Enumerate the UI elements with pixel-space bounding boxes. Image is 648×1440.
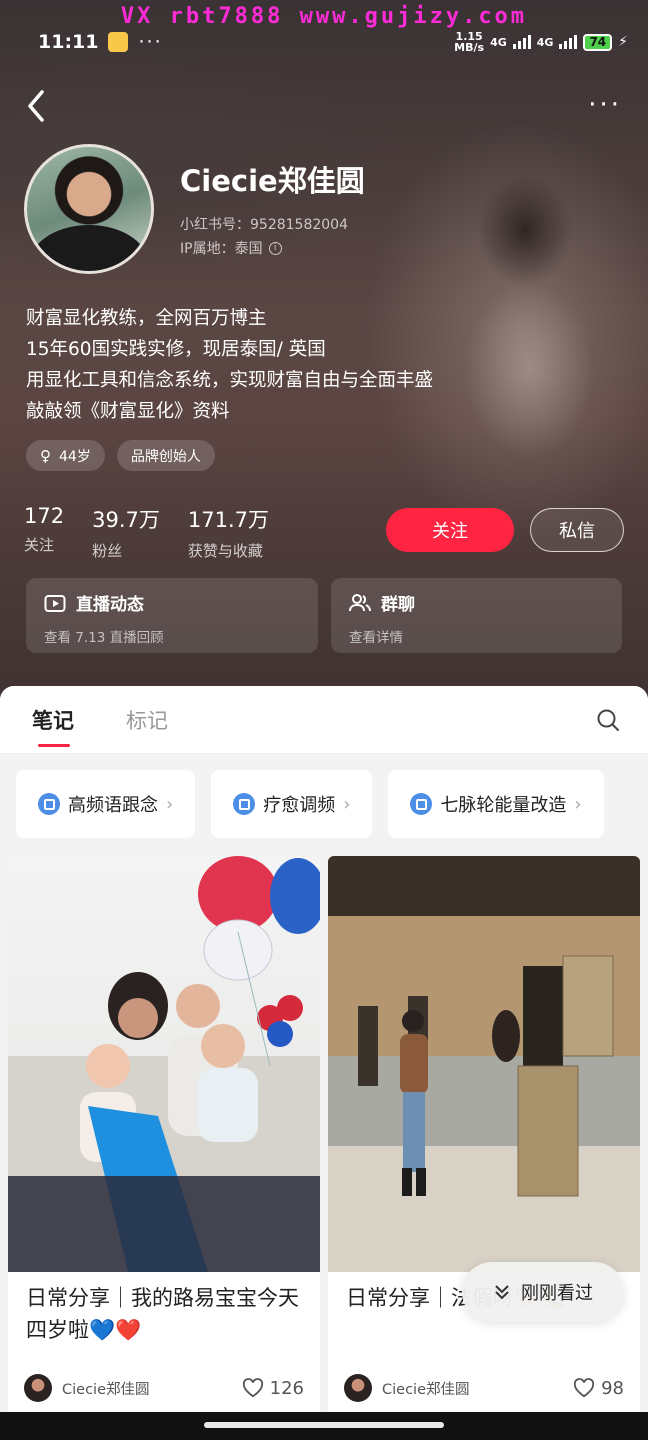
note-cover-image bbox=[8, 856, 320, 1272]
network-speed: 1.15 MB/s bbox=[454, 30, 485, 54]
more-notifications-icon: ··· bbox=[138, 31, 163, 53]
redbook-id[interactable]: 小红书号：95281582004 bbox=[180, 214, 348, 234]
profile-name: Ciecie郑佳圆 bbox=[180, 164, 365, 198]
chevron-right-icon: › bbox=[343, 793, 351, 815]
note-footer: Ciecie郑佳圆 126 bbox=[24, 1368, 304, 1408]
stat-following[interactable]: 172 关注 bbox=[24, 504, 64, 561]
recently-viewed-button[interactable]: 刚刚看过 bbox=[462, 1262, 624, 1322]
chevron-right-icon: › bbox=[166, 793, 174, 815]
author-avatar[interactable] bbox=[24, 1374, 52, 1402]
notes-panel: 笔记 标记 高频语跟念 › 疗愈调频 › 七脉轮能量改造 › 日常分享｜我的路易… bbox=[0, 686, 648, 1440]
live-video-icon bbox=[44, 594, 66, 612]
notification-app-icon bbox=[108, 32, 129, 52]
family-photo bbox=[8, 856, 320, 1272]
profile-avatar[interactable] bbox=[24, 144, 154, 274]
network-type-1: 4G bbox=[490, 35, 507, 49]
message-button[interactable]: 私信 bbox=[530, 508, 624, 552]
charging-icon: ⚡ bbox=[618, 34, 628, 50]
bio-line: 15年60国实践实修，现居泰国/ 英国 bbox=[26, 339, 326, 360]
collection-item[interactable]: 疗愈调频 › bbox=[211, 770, 373, 838]
chevron-right-icon: › bbox=[574, 793, 582, 815]
system-navigation-bar bbox=[0, 1412, 648, 1440]
collection-list: 高频语跟念 › 疗愈调频 › 七脉轮能量改造 › bbox=[16, 770, 604, 838]
ip-location: IP属地：泰国 i bbox=[180, 238, 282, 258]
watermark: VX rbt7888 www.gujizy.com bbox=[120, 4, 528, 29]
tab-marked[interactable]: 标记 bbox=[126, 705, 168, 735]
collection-icon bbox=[410, 793, 433, 815]
profile-header: VX rbt7888 www.gujizy.com 11:11 ··· 1.15… bbox=[0, 0, 648, 700]
live-replay-card[interactable]: 直播动态 查看 7.13 直播回顾 bbox=[26, 578, 318, 653]
status-bar: 11:11 ··· 1.15 MB/s 4G 4G 74 ⚡ bbox=[38, 28, 628, 56]
bio-line: 财富显化教练，全网百万博主 bbox=[26, 308, 267, 329]
content-tabs: 笔记 标记 bbox=[0, 686, 648, 754]
stat-likes-collects[interactable]: 171.7万 获赞与收藏 bbox=[188, 504, 269, 561]
collection-item[interactable]: 高频语跟念 › bbox=[16, 770, 196, 838]
signal-icon-2 bbox=[559, 35, 578, 49]
double-chevron-down-icon bbox=[495, 1285, 509, 1300]
profile-bio: 财富显化教练，全网百万博主 15年60国实践实修，现居泰国/ 英国 用显化工具和… bbox=[26, 303, 433, 427]
stat-followers[interactable]: 39.7万 粉丝 bbox=[92, 504, 160, 561]
network-type-2: 4G bbox=[536, 35, 554, 49]
status-time: 11:11 bbox=[38, 31, 99, 53]
heart-icon bbox=[242, 1378, 263, 1398]
author-avatar[interactable] bbox=[344, 1374, 372, 1402]
collection-icon bbox=[38, 793, 60, 815]
tab-notes[interactable]: 笔记 bbox=[32, 705, 74, 747]
profile-stats: 172 关注 39.7万 粉丝 171.7万 获赞与收藏 bbox=[24, 504, 269, 561]
like-button[interactable]: 126 bbox=[242, 1378, 304, 1399]
note-footer: Ciecie郑佳圆 98 bbox=[344, 1368, 624, 1408]
battery-icon: 74 bbox=[583, 33, 613, 51]
info-icon[interactable]: i bbox=[268, 241, 282, 255]
note-card[interactable]: 日常分享｜我的路易宝宝今天四岁啦💙❤️ Ciecie郑佳圆 126 bbox=[8, 856, 320, 1416]
background-photo bbox=[430, 170, 630, 470]
collection-icon bbox=[233, 793, 256, 815]
search-icon[interactable] bbox=[596, 708, 620, 732]
stable-photo bbox=[328, 856, 640, 1272]
back-arrow-icon[interactable] bbox=[22, 86, 52, 126]
profile-tags: ♀ 44岁 品牌创始人 bbox=[26, 440, 215, 471]
group-icon bbox=[349, 593, 371, 611]
note-card[interactable]: 日常分享｜法假呀🐎🐛 Ciecie郑佳圆 98 bbox=[328, 856, 640, 1416]
follow-button[interactable]: 关注 bbox=[386, 508, 514, 552]
age-tag: ♀ 44岁 bbox=[26, 440, 105, 471]
bio-line: 用显化工具和信念系统，实现财富自由与全面丰盛 bbox=[26, 370, 434, 391]
collection-item[interactable]: 七脉轮能量改造 › bbox=[388, 770, 604, 838]
note-cover-image bbox=[328, 856, 640, 1272]
female-icon: ♀ bbox=[40, 446, 51, 465]
like-button[interactable]: 98 bbox=[573, 1378, 624, 1399]
group-chat-card[interactable]: 群聊 查看详情 bbox=[331, 578, 622, 653]
signal-icon bbox=[512, 35, 531, 49]
author-name[interactable]: Ciecie郑佳圆 bbox=[382, 1378, 470, 1399]
home-indicator[interactable] bbox=[204, 1422, 444, 1428]
note-title: 日常分享｜我的路易宝宝今天四岁啦💙❤️ bbox=[26, 1286, 299, 1342]
author-name[interactable]: Ciecie郑佳圆 bbox=[62, 1378, 150, 1399]
more-options-icon[interactable]: ··· bbox=[588, 90, 622, 120]
heart-icon bbox=[573, 1378, 595, 1398]
bio-line: 敲敲领《财富显化》资料 bbox=[26, 401, 230, 422]
occupation-tag: 品牌创始人 bbox=[116, 440, 215, 471]
